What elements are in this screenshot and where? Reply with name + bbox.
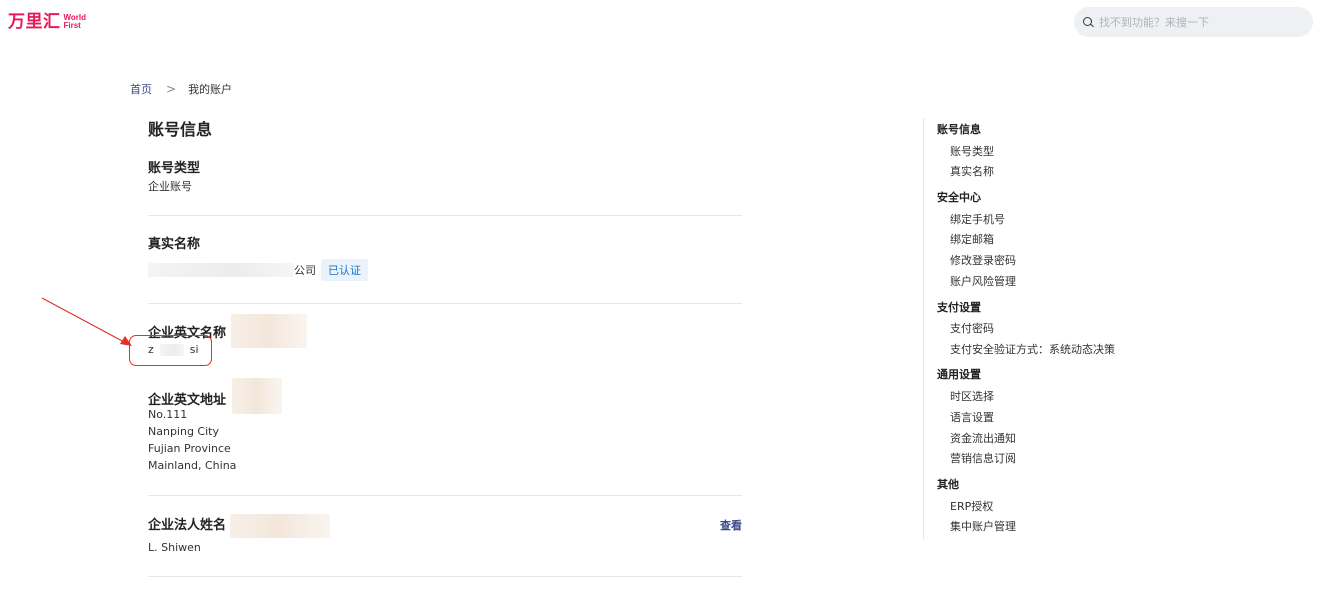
real-name-label: 真实名称: [148, 237, 201, 252]
view-legal-person-link[interactable]: 查看: [720, 517, 742, 533]
section-real-name: 真实名称 公司 已认证: [148, 236, 742, 281]
section-legal-person: 企业法人姓名 L. Shiwen 查看: [148, 514, 742, 556]
legal-person-value: L. Shiwen: [148, 541, 201, 554]
sidebar-item-change-login-password[interactable]: 修改登录密码: [950, 252, 1016, 268]
sidebar-item-timezone[interactable]: 时区选择: [950, 388, 994, 404]
account-type-value: 企业账号: [148, 180, 192, 193]
redacted-real-name: [148, 263, 294, 277]
divider: [148, 215, 742, 216]
divider: [148, 303, 742, 304]
sidebar-item-marketing-subscription[interactable]: 营销信息订阅: [950, 450, 1016, 466]
sidebar-divider: [923, 118, 924, 540]
account-type-label: 账号类型: [148, 161, 201, 176]
page-title: 账号信息: [148, 120, 213, 139]
sidebar-group-general-settings[interactable]: 通用设置: [937, 366, 981, 382]
sidebar-group-security-center[interactable]: 安全中心: [937, 189, 981, 205]
section-english-name: 企业英文名称 z si: [148, 314, 742, 358]
divider: [148, 495, 742, 496]
sidebar-item-account-type[interactable]: 账号类型: [950, 143, 994, 159]
address-line: Nanping City: [148, 425, 219, 438]
sidebar-group-payment-settings[interactable]: 支付设置: [937, 299, 981, 315]
logo-chinese-text: 万里汇: [8, 12, 61, 32]
sidebar-item-payment-verification[interactable]: 支付安全验证方式：系统动态决策: [950, 341, 1115, 357]
redacted-english-name-label: [231, 314, 308, 348]
sidebar-item-fund-outflow-notice[interactable]: 资金流出通知: [950, 430, 1016, 446]
sidebar-item-payment-password[interactable]: 支付密码: [950, 320, 994, 336]
sidebar-item-erp-authorization[interactable]: ERP授权: [950, 498, 993, 514]
search-icon: [1083, 16, 1094, 28]
breadcrumb-home-link[interactable]: 首页: [130, 81, 152, 97]
sidebar-item-central-account-management[interactable]: 集中账户管理: [950, 518, 1016, 534]
sidebar-group-account-info[interactable]: 账号信息: [937, 121, 981, 137]
divider: [148, 576, 742, 577]
section-english-address: 企业英文地址 No.111 Nanping City Fujian Provin…: [148, 378, 742, 474]
real-name-suffix: 公司: [294, 263, 316, 277]
redacted-english-address: [232, 378, 283, 414]
sidebar-item-account-risk-management[interactable]: 账户风险管理: [950, 273, 1016, 289]
legal-person-label: 企业法人姓名: [148, 518, 227, 533]
breadcrumb-current: 我的账户: [188, 83, 233, 96]
breadcrumb: 首页 > 我的账户: [130, 81, 232, 97]
address-line: Mainland, China: [148, 459, 237, 472]
search-input[interactable]: [1099, 15, 1299, 29]
address-line: Fujian Province: [148, 442, 231, 455]
redacted-legal-person: [230, 514, 331, 538]
annotation-highlight-box: [129, 335, 212, 366]
chevron-right-icon: >: [166, 82, 177, 96]
sidebar-item-bind-phone[interactable]: 绑定手机号: [950, 211, 1005, 227]
verified-badge: 已认证: [321, 259, 368, 281]
world-first-logo[interactable]: 万里汇 World First: [8, 12, 86, 32]
annotation-arrow: [41, 297, 132, 346]
sidebar-item-language[interactable]: 语言设置: [950, 409, 994, 425]
section-account-type: 账号类型 企业账号: [148, 160, 742, 195]
logo-english-text: World First: [64, 14, 87, 30]
logo-english-line2: First: [63, 21, 81, 30]
global-search[interactable]: [1074, 7, 1313, 37]
english-address-lines: No.111 Nanping City Fujian Province Main…: [148, 406, 742, 474]
sidebar-group-other[interactable]: 其他: [937, 476, 959, 492]
sidebar-item-real-name[interactable]: 真实名称: [950, 163, 994, 179]
sidebar-item-bind-email[interactable]: 绑定邮箱: [950, 231, 994, 247]
